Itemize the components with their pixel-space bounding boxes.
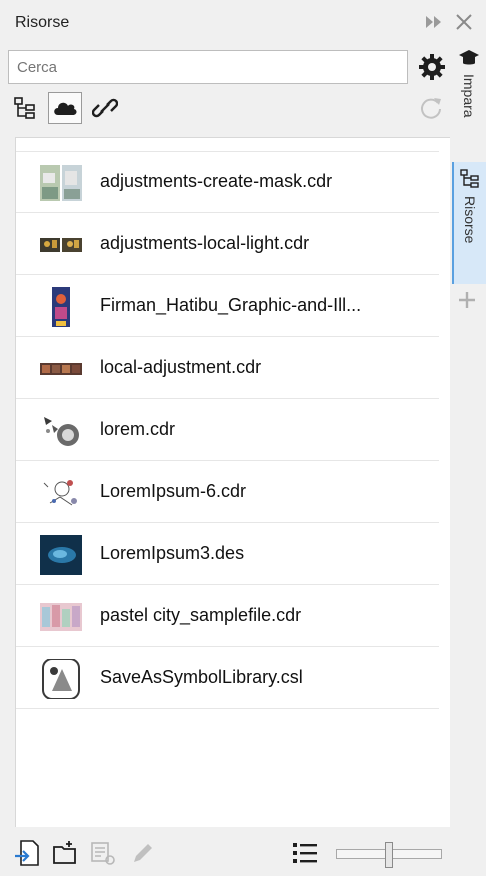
pencil-icon bbox=[134, 844, 152, 862]
symbol-library-icon bbox=[42, 659, 80, 699]
file-row[interactable]: Firman_Hatibu_Graphic-and-Ill... bbox=[16, 276, 439, 337]
cloud-icon bbox=[54, 102, 77, 115]
search-input[interactable] bbox=[8, 50, 408, 84]
file-name: SaveAsSymbolLibrary.csl bbox=[100, 667, 303, 687]
file-thumbnail bbox=[40, 165, 82, 201]
file-row[interactable]: local-adjustment.cdr bbox=[16, 338, 439, 399]
tree-view-button[interactable] bbox=[8, 92, 42, 124]
properties-button[interactable] bbox=[88, 838, 118, 868]
file-row[interactable]: adjustments-create-mask.cdr bbox=[16, 152, 439, 213]
settings-button[interactable] bbox=[416, 51, 448, 83]
close-icon bbox=[456, 14, 472, 30]
file-thumbnail bbox=[40, 238, 82, 252]
file-name: Firman_Hatibu_Graphic-and-Ill... bbox=[100, 295, 362, 315]
file-name: pastel city_samplefile.cdr bbox=[100, 605, 302, 625]
refresh-icon bbox=[421, 98, 441, 119]
graduation-cap-icon bbox=[459, 50, 479, 65]
refresh-button[interactable] bbox=[414, 92, 448, 124]
file-row[interactable]: adjustments-local-light.cdr bbox=[16, 214, 439, 275]
file-name: local-adjustment.cdr bbox=[100, 357, 262, 377]
list-header-divider bbox=[16, 138, 439, 152]
file-thumbnail bbox=[40, 363, 82, 375]
file-thumbnail bbox=[52, 287, 70, 327]
file-name: adjustments-create-mask.cdr bbox=[100, 171, 333, 191]
edit-button[interactable] bbox=[128, 838, 158, 868]
file-name: lorem.cdr bbox=[100, 419, 176, 439]
file-name: LoremIpsum-6.cdr bbox=[100, 481, 247, 501]
bottom-toolbar bbox=[8, 830, 450, 876]
file-thumbnail bbox=[40, 535, 82, 575]
file-row[interactable]: SaveAsSymbolLibrary.csl bbox=[16, 648, 439, 709]
double-chevron-right-icon bbox=[426, 16, 441, 28]
tree-view-icon bbox=[14, 97, 35, 119]
tree-view-icon bbox=[460, 169, 479, 188]
expand-panel-button[interactable] bbox=[422, 10, 446, 34]
thumbnail-size-slider[interactable] bbox=[336, 842, 442, 868]
cloud-button[interactable] bbox=[48, 92, 82, 124]
file-row[interactable]: LoremIpsum-6.cdr bbox=[16, 462, 439, 523]
folder-add-icon bbox=[53, 841, 76, 864]
link-button[interactable] bbox=[88, 92, 122, 124]
file-row[interactable]: LoremIpsum3.des bbox=[16, 524, 439, 585]
tab-risorse[interactable]: Risorse bbox=[452, 162, 486, 284]
tab-label: Risorse bbox=[462, 196, 478, 244]
file-name: adjustments-local-light.cdr bbox=[100, 233, 310, 253]
new-folder-button[interactable] bbox=[50, 838, 80, 868]
resources-panel: adjustments-create-mask.cdr adjustments-… bbox=[8, 44, 450, 876]
file-thumbnail bbox=[40, 603, 82, 631]
file-row[interactable]: lorem.cdr bbox=[16, 400, 439, 461]
file-row[interactable]: pastel city_samplefile.cdr bbox=[16, 586, 439, 647]
panel-title: Risorse bbox=[15, 14, 70, 31]
slider-handle[interactable] bbox=[385, 842, 393, 868]
list-view-button[interactable] bbox=[290, 838, 320, 868]
panel-titlebar: Risorse bbox=[0, 0, 486, 44]
list-view-icon bbox=[293, 843, 317, 863]
file-list[interactable]: adjustments-create-mask.cdr adjustments-… bbox=[15, 137, 450, 827]
link-icon bbox=[92, 98, 118, 118]
import-icon bbox=[15, 840, 39, 866]
file-thumbnail bbox=[43, 480, 77, 506]
file-name: LoremIpsum3.des bbox=[100, 543, 245, 563]
tab-label: Impara bbox=[461, 74, 477, 118]
plus-icon bbox=[459, 292, 475, 308]
close-button[interactable] bbox=[452, 10, 476, 34]
properties-icon bbox=[91, 842, 115, 865]
import-button[interactable] bbox=[12, 838, 42, 868]
file-thumbnail bbox=[44, 417, 79, 446]
add-tab-button[interactable] bbox=[455, 288, 479, 312]
gear-icon bbox=[419, 54, 445, 80]
tab-impara[interactable]: Impara bbox=[452, 44, 486, 162]
